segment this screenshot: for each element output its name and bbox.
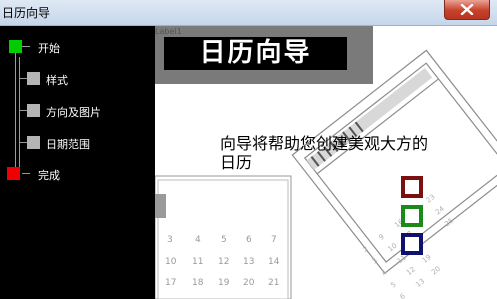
calendar-day: 10 <box>165 257 177 267</box>
step-indicator-start <box>9 40 22 53</box>
wizard-steps-panel: 开始 样式 方向及图片 日期范围 完成 <box>0 26 155 299</box>
description-line: 向导将帮助您创建美观大方的 <box>220 134 429 153</box>
svg-text:9: 9 <box>377 233 385 242</box>
svg-text:13: 13 <box>414 277 426 289</box>
header-title-banner: 日历向导 <box>164 37 347 70</box>
wizard-description: 向导将帮助您创建美观大方的 日历 <box>220 134 490 172</box>
style-swatch-dark-red <box>401 176 423 198</box>
step-label-style: 样式 <box>46 74 68 87</box>
calendar-day: 5 <box>221 235 227 245</box>
svg-text:5: 5 <box>389 280 397 289</box>
svg-text:12: 12 <box>405 265 417 277</box>
calendar-day: 11 <box>192 257 204 267</box>
calendar-day: 14 <box>268 257 280 267</box>
calendar-day: 13 <box>243 257 255 267</box>
step-label-orientation: 方向及图片 <box>46 106 101 119</box>
calendar-day: 12 <box>218 257 230 267</box>
description-line: 日历 <box>220 153 253 172</box>
step-label-date-range: 日期范围 <box>46 138 90 151</box>
step-label-finish: 完成 <box>38 169 60 182</box>
calendar-day: 6 <box>246 235 252 245</box>
step-tree-line <box>19 57 20 170</box>
calendar-day: 7 <box>271 235 277 245</box>
style-swatch-green <box>401 205 423 227</box>
calendar-day: 4 <box>195 235 201 245</box>
calendar-day: 19 <box>218 278 230 288</box>
step-tree-branch <box>22 173 30 174</box>
style-swatch-navy <box>401 233 423 255</box>
step-tree-line <box>15 53 16 171</box>
step-indicator-date-range <box>27 136 40 149</box>
step-indicator-finish <box>7 167 20 180</box>
calendar-day: 3 <box>167 235 173 245</box>
svg-text:20: 20 <box>430 265 442 277</box>
svg-text:6: 6 <box>399 292 408 299</box>
calendar-day: 20 <box>243 278 255 288</box>
step-label-start: 开始 <box>38 42 60 55</box>
step-indicator-style <box>27 72 40 85</box>
step-indicator-orientation <box>27 104 40 117</box>
svg-text:24: 24 <box>434 204 446 216</box>
close-button[interactable] <box>444 0 490 20</box>
calendar-day: 17 <box>165 278 177 288</box>
calendar-day: 18 <box>192 278 204 288</box>
step-tree-branch <box>22 46 30 47</box>
close-icon <box>460 4 474 15</box>
svg-text:10: 10 <box>387 242 399 254</box>
header-control-label: Label1 <box>155 27 182 36</box>
wizard-main-panel: 2916 31017 41118 51219 61320 232425 Labe… <box>155 26 497 299</box>
window-title: 日历向导 <box>2 6 51 20</box>
svg-text:4: 4 <box>380 268 389 277</box>
window-titlebar[interactable]: 日历向导 <box>0 0 497 26</box>
calendar-day: 21 <box>268 278 280 288</box>
svg-text:23: 23 <box>425 193 437 205</box>
